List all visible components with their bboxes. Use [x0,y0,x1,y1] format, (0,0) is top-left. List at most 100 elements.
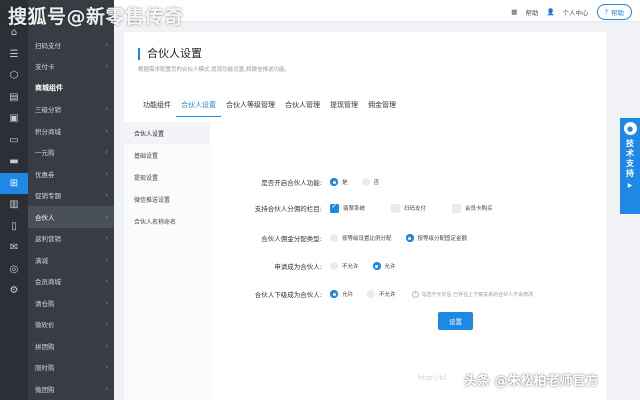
tab[interactable]: 功能组件 [138,98,176,117]
chevron-right-icon: › [105,169,108,178]
checkbox-option[interactable]: 会员卡购买 [452,203,493,213]
menu-item[interactable]: 清仓购 › [28,292,114,314]
radio-button[interactable] [367,290,376,298]
list-icon[interactable]: ☰ [0,44,28,66]
menu-item[interactable]: 支付卡 › [28,56,114,78]
box-icon[interactable]: ⬡ [0,65,28,87]
radio-label: 允许 [384,264,396,270]
tab[interactable]: 佣金管理 [363,98,401,117]
radio-button[interactable] [330,262,338,270]
subnav-item[interactable]: 合伙人名称命名 [124,210,210,232]
chevron-right-icon: › [105,62,108,71]
checkbox-option[interactable]: 翡翠系统 [330,202,365,213]
user-icon[interactable]: 👤 [546,8,554,16]
menu-item[interactable]: 返利营销 › [28,228,114,250]
image-icon[interactable]: ▣ [0,108,28,130]
tab[interactable]: 合伙人设置 [176,98,221,117]
radio-button[interactable] [405,234,414,242]
radio-button[interactable] [372,262,381,270]
icon-rail: ⌂ ☰ ⬡ ▤ ▣ ▭ ▬ ⊞ ▥ ▯ ✉ ◎ ⚙ [0,0,28,400]
downline-hint: ? 勾选不允许后,已存在上下级关系的合伙人不会修改 [411,290,534,298]
radio-option[interactable]: 按等级设置比例分配 [330,234,392,242]
chevron-right-icon: › [105,148,108,157]
menu-item[interactable]: 积分商城 › [28,120,114,142]
menu-item[interactable]: 满减 › [28,249,114,271]
radio-option[interactable]: 允许 [372,262,396,270]
menu-item[interactable]: 一元购 › [28,142,114,164]
radio-button[interactable] [330,234,338,242]
radio-option[interactable]: 按等级分配固定金额 [405,234,467,242]
tab[interactable]: 合伙人等级管理 [221,98,280,117]
menu-item-label: 限时购 [35,364,55,373]
radio-option[interactable]: 是 [330,178,348,186]
menu-item-label: 拼团购 [35,342,55,351]
menu-item[interactable]: 促销专题 › [28,185,114,207]
checkbox[interactable] [330,202,339,213]
menu-item[interactable]: 微团购 › [28,378,114,400]
watermark-top: 搜狐号@新零售传奇 [8,6,184,28]
menu-item-label: 优惠券 [35,170,55,179]
menu-item[interactable]: 微砍价 › [28,314,114,336]
card-icon[interactable]: ▬ [0,151,28,173]
wallet-icon[interactable]: ▭ [0,130,28,152]
menu-item-label: 合伙人 [35,213,55,222]
checkbox[interactable] [391,203,401,213]
subnav-item[interactable]: 合伙人设置 [124,122,210,144]
menu-item[interactable]: 拼团购 › [28,335,114,357]
gear-icon[interactable]: ⚙ [0,280,28,302]
menu-item[interactable]: 扫码支付 › [28,34,114,56]
menu-item[interactable]: 优惠券 › [28,163,114,185]
tab-bar: 功能组件 合伙人设置 合伙人等级管理 合伙人管理 提现管理 佣金管理 [138,98,401,117]
radio-label: 按等级设置比例分配 [342,236,392,242]
doc-icon[interactable]: ▤ [0,87,28,109]
radio-label: 否 [373,180,380,186]
menu-item-label: 会员商城 [35,278,61,287]
radio-button[interactable] [330,290,338,298]
grid-icon[interactable]: ▦ [511,8,517,16]
radio-option[interactable]: 否 [361,178,380,186]
commission-type-label: 合伙人佣金分配类型: [261,235,322,243]
help-button[interactable]: ? 帮助 [596,4,632,20]
menu-item[interactable]: 限时购 › [28,357,114,379]
menu-item[interactable]: 会员商城 › [28,271,114,293]
content-panel: 合伙人设置 根据需求配置您的合伙人模式,提现功能设置,和微信推送功能。 功能组件… [124,32,606,400]
menu-item-label: 积分商城 [35,127,61,136]
menu-item[interactable]: 三级分销 › [28,99,114,121]
radio-button[interactable] [330,178,338,186]
enable-row: 是否开启合伙人功能: 是 否 [210,175,606,189]
subnav-item[interactable]: 提现设置 [124,166,210,188]
support-label: 技术支持 [625,139,635,179]
user-center-link[interactable]: 个人中心 [563,7,589,17]
swirl-icon[interactable]: ◎ [0,259,28,281]
grid-icon[interactable]: ⊞ [0,172,28,194]
downline-label: 合伙人下级成为合伙人: [254,291,322,299]
save-button[interactable]: 设置 [438,312,473,330]
subnav-item[interactable]: 基础设置 [124,144,210,166]
message-icon[interactable]: ✉ [0,237,28,259]
help-link[interactable]: 帮助 [525,7,538,17]
checkbox-option[interactable]: 扫码支付 [391,203,426,213]
radio-button[interactable] [361,178,370,186]
radio-option[interactable]: 允许 [330,290,353,298]
chart-icon[interactable]: ▥ [0,194,28,216]
tab[interactable]: 合伙人管理 [280,98,325,117]
downline-row: 合伙人下级成为合伙人: 允许 不允许 ? 勾选不允许后,已存在上下级关系的合伙人不… [210,287,606,301]
chevron-right-icon: › [105,341,108,350]
radio-option[interactable]: 不允许 [330,262,359,270]
tech-support-tab[interactable]: ● 技术支持 ▶ [620,118,640,214]
radio-option[interactable]: 不允许 [367,290,396,298]
chevron-right-icon: › [105,105,108,114]
menu-item[interactable]: 合伙人 › [28,206,114,228]
watermark-bottom: 头条 @朱松柏老师官方 [464,374,599,389]
phone-icon[interactable]: ▯ [0,216,28,238]
menu-item-label: 清仓购 [35,299,55,308]
chevron-right-icon: › [105,212,108,221]
secondary-menu: 扫码支付 › 支付卡 › 商城组件 三级分销 › 积分商城 › 一元购 › 优惠券 › 促销专题 › 合伙人 ›… [28,0,114,400]
downline-hint-text: 勾选不允许后,已存在上下级关系的合伙人不会修改 [421,291,534,298]
tab[interactable]: 提现管理 [325,98,363,117]
checkbox-label: 会员卡购买 [465,206,493,212]
subnav-item[interactable]: 微信推送设置 [124,188,210,210]
checkbox[interactable] [452,203,462,213]
apply-row: 申请成为合伙人: 不允许 允许 [210,259,606,273]
chevron-right-icon: › [105,298,108,307]
